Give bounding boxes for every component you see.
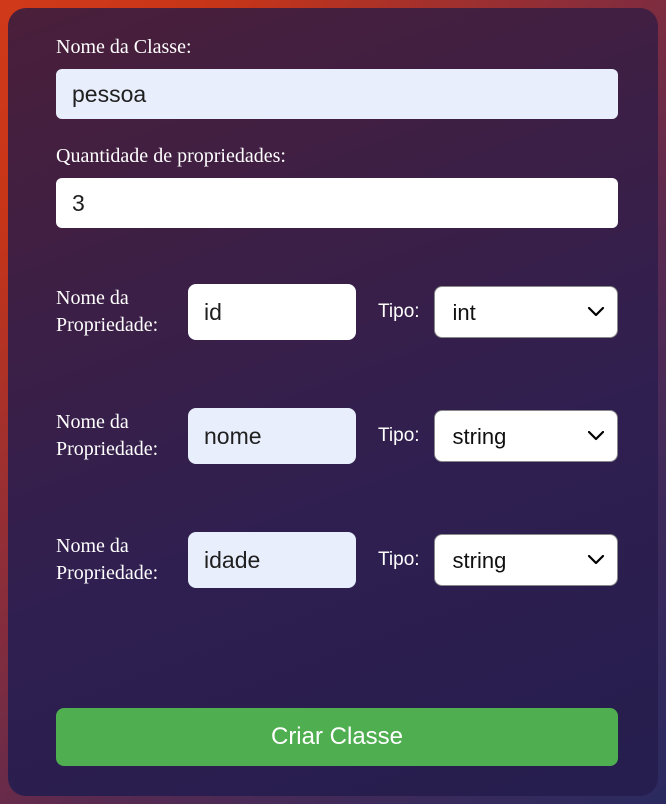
class-name-group: Nome da Classe: [56, 36, 618, 119]
property-name-label: Nome da Propriedade: [56, 533, 174, 587]
property-type-label: Tipo: [378, 549, 420, 571]
property-name-label: Nome da Propriedade: [56, 409, 174, 463]
property-row: Nome da Propriedade: Tipo: intstring [56, 408, 618, 464]
property-name-label: Nome da Propriedade: [56, 285, 174, 339]
property-row: Nome da Propriedade: Tipo: intstring [56, 532, 618, 588]
property-name-input[interactable] [188, 408, 356, 464]
property-type-label: Tipo: [378, 425, 420, 447]
property-qty-input[interactable] [56, 178, 618, 228]
class-name-label: Nome da Classe: [56, 36, 618, 59]
property-name-input[interactable] [188, 532, 356, 588]
property-type-select-wrap: intstring [434, 410, 618, 462]
property-type-select[interactable]: intstring [434, 286, 618, 338]
property-type-select[interactable]: intstring [434, 534, 618, 586]
property-type-select-wrap: intstring [434, 534, 618, 586]
properties-list: Nome da Propriedade:Tipo:intstringNome d… [56, 284, 618, 658]
property-type-label: Tipo: [378, 301, 420, 323]
property-type-select[interactable]: intstring [434, 410, 618, 462]
property-name-input[interactable] [188, 284, 356, 340]
property-row: Nome da Propriedade: Tipo: intstring [56, 284, 618, 340]
property-qty-group: Quantidade de propriedades: [56, 145, 618, 228]
property-type-select-wrap: intstring [434, 286, 618, 338]
property-qty-label: Quantidade de propriedades: [56, 145, 618, 168]
create-class-button[interactable]: Criar Classe [56, 708, 618, 766]
class-builder-card: Nome da Classe: Quantidade de propriedad… [8, 8, 658, 796]
class-name-input[interactable] [56, 69, 618, 119]
